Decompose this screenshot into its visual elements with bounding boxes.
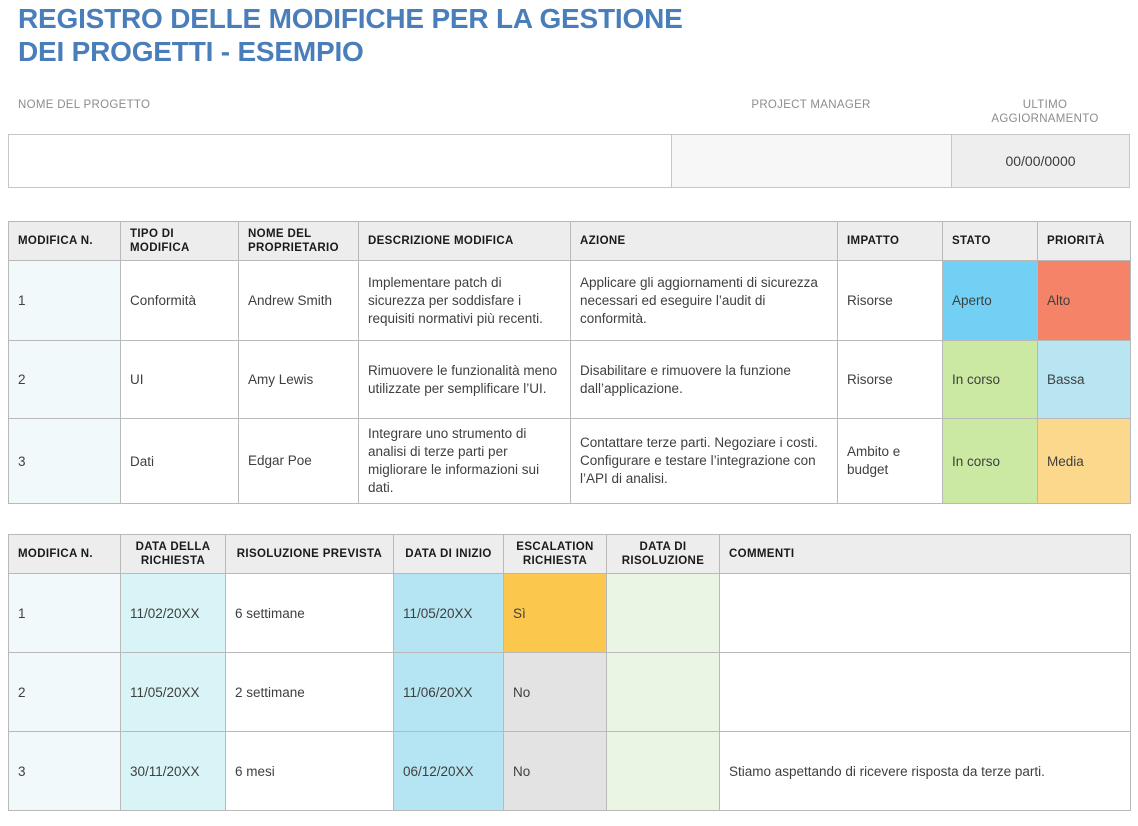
cell-descrizione[interactable]: Integrare uno strumento di analisi di te…	[358, 418, 571, 504]
table-row: 3 Dati Edgar Poe Integrare uno strumento…	[8, 418, 1131, 504]
cell-priorita[interactable]: Bassa	[1037, 340, 1131, 419]
last-update-field[interactable]: 00/00/0000	[951, 134, 1130, 188]
table-header-row: MODIFICA N. TIPO DI MODIFICA NOME DEL PR…	[8, 221, 1131, 261]
col-header-descrizione-modifica: DESCRIZIONE MODIFICA	[358, 221, 571, 261]
cell-modifica-n[interactable]: 3	[8, 418, 121, 504]
col-header-priorita: PRIORITÀ	[1037, 221, 1131, 261]
table-row: 1 Conformità Andrew Smith Implementare p…	[8, 260, 1131, 341]
table-header-row: MODIFICA N. DATA DELLA RICHIESTA RISOLUZ…	[8, 534, 1131, 574]
cell-escalation[interactable]: No	[503, 652, 607, 732]
header-labels: NOME DEL PROGETTO PROJECT MANAGER ULTIMO…	[8, 96, 1130, 132]
col-header-data-di-risoluzione: DATA DI RISOLUZIONE	[606, 534, 720, 574]
cell-escalation[interactable]: Sì	[503, 573, 607, 653]
col-header-impatto: IMPATTO	[837, 221, 943, 261]
page-title: REGISTRO DELLE MODIFICHE PER LA GESTIONE…	[18, 2, 778, 68]
cell-impatto[interactable]: Risorse	[837, 340, 943, 419]
change-log-page: REGISTRO DELLE MODIFICHE PER LA GESTIONE…	[0, 0, 1138, 826]
cell-data-risoluzione[interactable]	[606, 731, 720, 811]
cell-data-risoluzione[interactable]	[606, 652, 720, 732]
col-header-azione: AZIONE	[570, 221, 838, 261]
cell-escalation[interactable]: No	[503, 731, 607, 811]
cell-commenti[interactable]	[719, 652, 1131, 732]
col-header-data-di-inizio: DATA DI INIZIO	[393, 534, 504, 574]
cell-data-inizio[interactable]: 11/05/20XX	[393, 573, 504, 653]
col-header-data-della-richiesta: DATA DELLA RICHIESTA	[120, 534, 226, 574]
table-row: 2 11/05/20XX 2 settimane 11/06/20XX No	[8, 652, 1131, 732]
project-manager-label: PROJECT MANAGER	[751, 99, 871, 111]
cell-proprietario[interactable]: Edgar Poe	[238, 418, 359, 504]
cell-modifica-n[interactable]: 2	[8, 340, 121, 419]
cell-priorita[interactable]: Alto	[1037, 260, 1131, 341]
table-row: 1 11/02/20XX 6 settimane 11/05/20XX Sì	[8, 573, 1131, 653]
cell-commenti[interactable]	[719, 573, 1131, 653]
cell-impatto[interactable]: Ambito e budget	[837, 418, 943, 504]
cell-azione[interactable]: Applicare gli aggiornamenti di sicurezza…	[570, 260, 838, 341]
cell-tipo[interactable]: Dati	[120, 418, 239, 504]
cell-data-richiesta[interactable]: 30/11/20XX	[120, 731, 226, 811]
cell-commenti[interactable]: Stiamo aspettando di ricevere risposta d…	[719, 731, 1131, 811]
cell-data-richiesta[interactable]: 11/02/20XX	[120, 573, 226, 653]
project-name-field[interactable]	[8, 134, 671, 188]
page-title-line-1: REGISTRO DELLE MODIFICHE PER LA GESTIONE	[18, 3, 683, 34]
cell-tipo[interactable]: UI	[120, 340, 239, 419]
project-name-label: NOME DEL PROGETTO	[18, 99, 151, 111]
cell-stato[interactable]: Aperto	[942, 260, 1038, 341]
cell-stato[interactable]: In corso	[942, 418, 1038, 504]
project-manager-field[interactable]	[671, 134, 951, 188]
change-log-table-dates: MODIFICA N. DATA DELLA RICHIESTA RISOLUZ…	[8, 534, 1131, 811]
cell-risoluzione-prevista[interactable]: 6 settimane	[225, 573, 394, 653]
last-update-label: ULTIMO AGGIORNAMENTO	[951, 98, 1138, 126]
col-header-risoluzione-prevista: RISOLUZIONE PREVISTA	[225, 534, 394, 574]
cell-proprietario[interactable]: Andrew Smith	[238, 260, 359, 341]
cell-data-inizio[interactable]: 06/12/20XX	[393, 731, 504, 811]
cell-modifica-n[interactable]: 1	[8, 573, 121, 653]
cell-proprietario[interactable]: Amy Lewis	[238, 340, 359, 419]
cell-azione[interactable]: Disabilitare e rimuovere la funzione dal…	[570, 340, 838, 419]
col-header-stato: STATO	[942, 221, 1038, 261]
cell-stato[interactable]: In corso	[942, 340, 1038, 419]
table-row: 3 30/11/20XX 6 mesi 06/12/20XX No Stiamo…	[8, 731, 1131, 811]
last-update-label-line-2: AGGIORNAMENTO	[991, 113, 1099, 125]
col-header-modifica-n: MODIFICA N.	[8, 221, 121, 261]
cell-data-richiesta[interactable]: 11/05/20XX	[120, 652, 226, 732]
last-update-label-line-1: ULTIMO	[1022, 99, 1068, 111]
cell-modifica-n[interactable]: 1	[8, 260, 121, 341]
col-header-nome-del-proprietario: NOME DEL PROPRIETARIO	[238, 221, 359, 261]
cell-descrizione[interactable]: Rimuovere le funzionalità meno utilizzat…	[358, 340, 571, 419]
cell-data-risoluzione[interactable]	[606, 573, 720, 653]
cell-azione[interactable]: Contattare terze parti. Negoziare i cost…	[570, 418, 838, 504]
cell-risoluzione-prevista[interactable]: 6 mesi	[225, 731, 394, 811]
cell-modifica-n[interactable]: 2	[8, 652, 121, 732]
cell-tipo[interactable]: Conformità	[120, 260, 239, 341]
col-header-modifica-n: MODIFICA N.	[8, 534, 121, 574]
cell-impatto[interactable]: Risorse	[837, 260, 943, 341]
change-log-table-main: MODIFICA N. TIPO DI MODIFICA NOME DEL PR…	[8, 221, 1131, 504]
col-header-commenti: COMMENTI	[719, 534, 1131, 574]
table-row: 2 UI Amy Lewis Rimuovere le funzionalità…	[8, 340, 1131, 419]
cell-data-inizio[interactable]: 11/06/20XX	[393, 652, 504, 732]
cell-descrizione[interactable]: Implementare patch di sicurezza per sodd…	[358, 260, 571, 341]
cell-modifica-n[interactable]: 3	[8, 731, 121, 811]
cell-priorita[interactable]: Media	[1037, 418, 1131, 504]
header-fields: 00/00/0000	[8, 134, 1130, 188]
col-header-escalation-richiesta: ESCALATION RICHIESTA	[503, 534, 607, 574]
col-header-tipo-di-modifica: TIPO DI MODIFICA	[120, 221, 239, 261]
cell-risoluzione-prevista[interactable]: 2 settimane	[225, 652, 394, 732]
page-title-line-2: DEI PROGETTI - ESEMPIO	[18, 36, 364, 67]
